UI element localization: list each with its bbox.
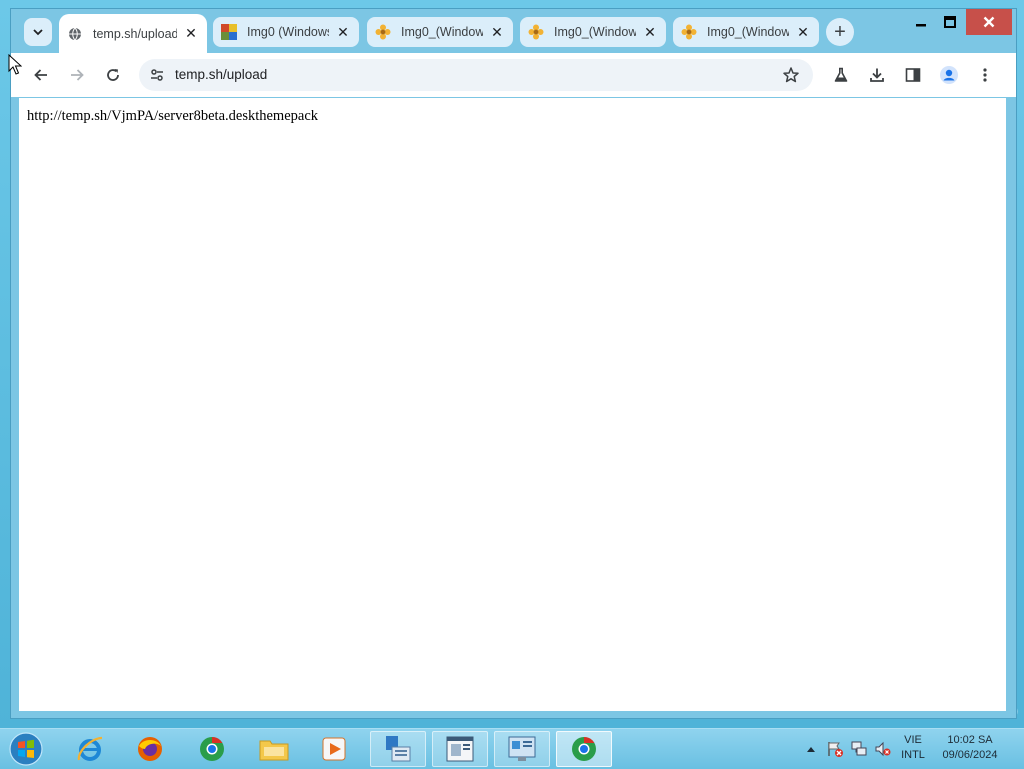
- menu-button[interactable]: [971, 61, 999, 89]
- tab-img0-1[interactable]: Img0 (Windows ✕: [213, 17, 359, 47]
- server-manager-icon: [386, 736, 411, 762]
- chevron-down-icon: [33, 29, 43, 36]
- internet-explorer-icon: [77, 736, 103, 761]
- taskbar-server-manager[interactable]: [370, 731, 426, 767]
- media-player-icon: [322, 737, 346, 761]
- tab-title: temp.sh/upload: [93, 26, 177, 41]
- taskbar-chrome[interactable]: [184, 731, 240, 767]
- taskbar: VIE INTL 10:02 SA 09/06/2024: [0, 728, 1024, 769]
- tab-img0-4[interactable]: Img0_(Windows ✕: [673, 17, 819, 47]
- tab-title: Img0_(Windows: [707, 25, 789, 39]
- taskbar-media-player[interactable]: [306, 731, 362, 767]
- start-button[interactable]: [4, 731, 48, 767]
- tab-strip: temp.sh/upload ✕ Img0 (Windows ✕ Img0_(W…: [11, 9, 1016, 53]
- close-tab-icon[interactable]: ✕: [335, 24, 351, 40]
- reload-icon: [107, 69, 119, 81]
- taskbar-file-explorer[interactable]: [246, 731, 302, 767]
- close-tab-icon[interactable]: ✕: [489, 24, 505, 40]
- tab-title: Img0 (Windows: [247, 25, 329, 39]
- clock-date: 09/06/2024: [942, 749, 998, 761]
- system-tray: [800, 731, 896, 767]
- image-thumbnail-icon: [221, 24, 237, 40]
- network-icon[interactable]: [848, 738, 870, 760]
- labs-button[interactable]: [827, 61, 855, 89]
- chrome-icon: [200, 737, 224, 761]
- url-text[interactable]: temp.sh/upload: [175, 67, 267, 82]
- browser-window: temp.sh/upload ✕ Img0 (Windows ✕ Img0_(W…: [10, 8, 1017, 719]
- tab-title: Img0_(Windows: [401, 25, 483, 39]
- new-tab-button[interactable]: +: [826, 18, 854, 46]
- input-language-indicator[interactable]: VIE INTL: [893, 733, 933, 763]
- tab-img0-3[interactable]: Img0_(Windows ✕: [520, 17, 666, 47]
- maximize-icon: [944, 16, 956, 28]
- side-panel-icon: [905, 68, 921, 82]
- control-panel-icon: [508, 736, 536, 761]
- taskbar-firefox[interactable]: [122, 731, 178, 767]
- flower-icon: [375, 24, 391, 40]
- taskbar-clock[interactable]: 10:02 SA 09/06/2024: [934, 733, 1006, 763]
- tab-temp-upload[interactable]: temp.sh/upload ✕: [59, 14, 207, 53]
- side-panel-button[interactable]: [899, 61, 927, 89]
- show-hidden-icons-icon[interactable]: [800, 738, 822, 760]
- flower-icon: [528, 24, 544, 40]
- taskbar-internet-explorer[interactable]: [62, 731, 118, 767]
- profile-button[interactable]: [935, 61, 963, 89]
- arrow-left-icon: [34, 69, 47, 81]
- tab-title: Img0_(Windows: [554, 25, 636, 39]
- avatar-icon: [940, 66, 958, 84]
- reload-button[interactable]: [99, 61, 127, 89]
- firefox-icon: [138, 737, 162, 761]
- minimize-button[interactable]: [908, 9, 934, 35]
- language-code: VIE: [904, 734, 922, 746]
- maximize-button[interactable]: [937, 9, 963, 35]
- arrow-right-icon: [71, 69, 84, 81]
- forward-button[interactable]: [63, 61, 91, 89]
- browser-toolbar: temp.sh/upload: [11, 53, 1016, 97]
- action-center-flag-icon[interactable]: [824, 738, 846, 760]
- flower-icon: [681, 24, 697, 40]
- document-window-icon: [446, 736, 474, 762]
- minimize-icon: [916, 24, 926, 27]
- bookmark-star-icon[interactable]: [781, 65, 801, 85]
- close-window-button[interactable]: [966, 9, 1012, 35]
- site-info-icon[interactable]: [147, 65, 167, 85]
- clock-time: 10:02 SA: [947, 734, 993, 746]
- close-tab-icon[interactable]: ✕: [183, 25, 199, 42]
- taskbar-control-panel[interactable]: [494, 731, 550, 767]
- close-tab-icon[interactable]: ✕: [642, 24, 658, 40]
- folder-icon: [259, 740, 289, 761]
- mouse-cursor-icon: [8, 54, 22, 75]
- flask-icon: [834, 67, 848, 82]
- taskbar-notepad-window[interactable]: [432, 731, 488, 767]
- close-icon: [983, 16, 995, 28]
- globe-icon: [67, 26, 83, 42]
- page-content: http://temp.sh/VjmPA/server8beta.deskthe…: [19, 98, 1006, 711]
- taskbar-chrome-active[interactable]: [556, 731, 612, 767]
- address-bar[interactable]: temp.sh/upload: [139, 59, 813, 91]
- chrome-icon: [572, 737, 596, 761]
- close-tab-icon[interactable]: ✕: [795, 24, 811, 40]
- keyboard-layout: INTL: [901, 749, 925, 761]
- upload-result-url: http://temp.sh/VjmPA/server8beta.deskthe…: [27, 108, 319, 124]
- downloads-button[interactable]: [863, 61, 891, 89]
- tab-search-button[interactable]: [24, 18, 52, 46]
- volume-muted-icon[interactable]: [872, 738, 894, 760]
- download-icon: [870, 68, 884, 82]
- kebab-menu-icon: [983, 68, 987, 82]
- tab-img0-2[interactable]: Img0_(Windows ✕: [367, 17, 513, 47]
- back-button[interactable]: [27, 61, 55, 89]
- windows-logo-icon: [9, 732, 43, 766]
